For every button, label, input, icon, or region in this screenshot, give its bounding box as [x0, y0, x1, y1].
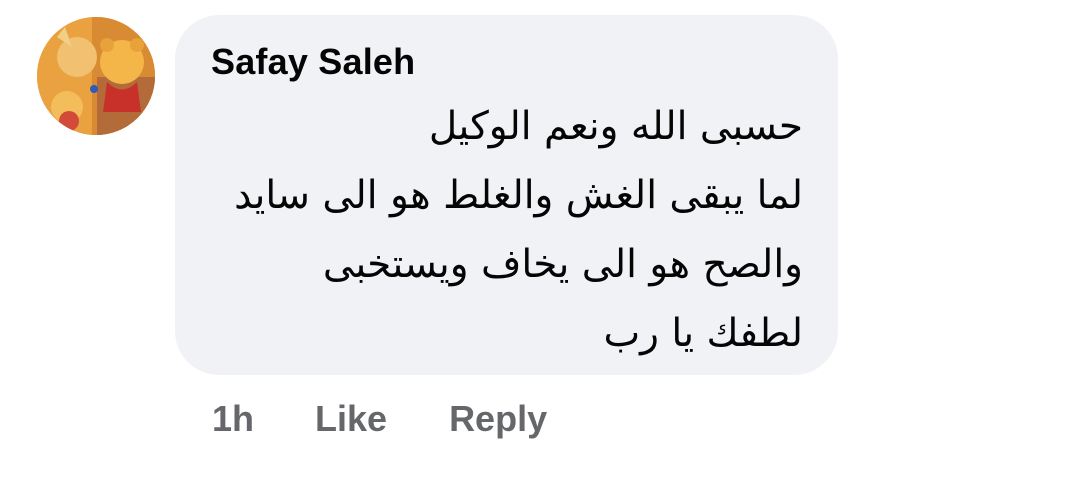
like-button[interactable]: Like: [315, 398, 387, 440]
comment-body: حسبى الله ونعم الوكيل لما يبقى الغش والغ…: [203, 92, 803, 368]
reply-button[interactable]: Reply: [449, 398, 547, 440]
comment-line: والصح هو الى يخاف ويستخبى: [322, 242, 803, 287]
avatar-winnie-the-pooh-icon: [37, 17, 155, 135]
comment-line: لطفك يا رب: [603, 311, 803, 356]
comment-author-name[interactable]: Safay Saleh: [211, 41, 415, 83]
comment-actions: 1h Like Reply: [212, 398, 547, 440]
comment-timestamp[interactable]: 1h: [212, 398, 254, 440]
comment-line: لما يبقى الغش والغلط هو الى سايد: [234, 173, 803, 218]
comment-line: حسبى الله ونعم الوكيل: [428, 104, 803, 149]
author-avatar[interactable]: [37, 17, 155, 135]
